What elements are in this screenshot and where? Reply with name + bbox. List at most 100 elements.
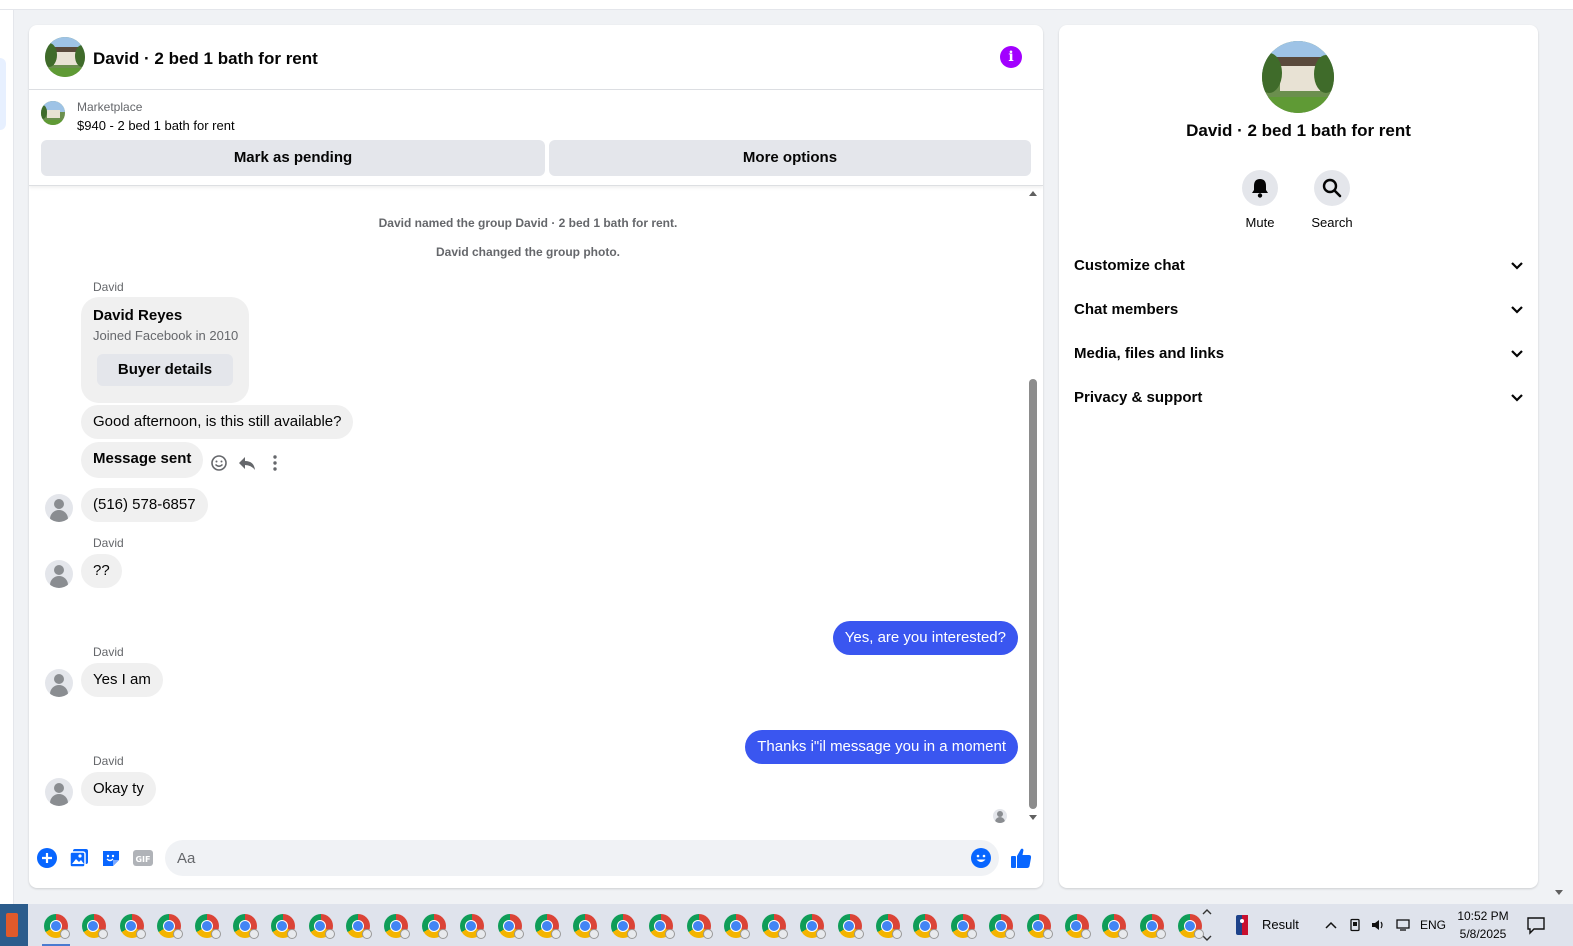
photo-icon[interactable] (68, 847, 90, 869)
chrome-browser-icon[interactable] (724, 914, 751, 939)
page-scroll-down-icon[interactable] (1554, 889, 1564, 897)
message-bubble[interactable]: Message sent (81, 442, 204, 478)
taskbar-scroll-icon[interactable] (1201, 906, 1213, 944)
user-avatar[interactable] (45, 560, 73, 588)
taskbar: Result ENG 10:52 PM 5/8/2025 (0, 904, 1573, 946)
search-action[interactable]: Search (1302, 170, 1362, 230)
message-bubble[interactable]: (516) 578-6857 (81, 488, 208, 522)
message-list: David named the group David · 2 bed 1 ba… (29, 187, 1043, 827)
result-label[interactable]: Result (1262, 904, 1299, 946)
message-input[interactable] (165, 840, 999, 876)
device-icon[interactable] (1348, 918, 1362, 932)
chrome-browser-icon[interactable] (1178, 914, 1204, 939)
nba-logo-icon[interactable] (1235, 914, 1249, 936)
chrome-browser-icon[interactable] (346, 914, 373, 939)
like-thumbs-up-icon[interactable] (1009, 846, 1033, 870)
reply-icon[interactable] (237, 453, 257, 473)
listing-thumbnail[interactable] (41, 101, 65, 125)
emoji-icon[interactable] (970, 847, 992, 869)
user-avatar[interactable] (45, 778, 73, 806)
seen-avatar-icon (993, 809, 1007, 823)
chrome-browser-icon[interactable] (875, 914, 902, 939)
section-media-files-links[interactable]: Media, files and links (1074, 336, 1524, 372)
bell-icon[interactable] (1242, 170, 1278, 206)
chrome-browser-icon[interactable] (233, 914, 259, 939)
chrome-browser-icon[interactable] (157, 914, 184, 939)
chrome-browser-icon[interactable] (648, 914, 675, 939)
chrome-browser-icon[interactable] (1140, 914, 1167, 939)
chrome-browser-icon[interactable] (800, 914, 826, 939)
chrome-browser-icon[interactable] (762, 914, 789, 939)
clock[interactable]: 10:52 PM 5/8/2025 (1452, 907, 1514, 943)
listing-title[interactable]: $940 - 2 bed 1 bath for rent (77, 118, 235, 133)
chrome-browser-icon[interactable] (913, 914, 940, 939)
chrome-browser-icon[interactable] (384, 914, 411, 939)
message-bubble[interactable]: Good afternoon, is this still available? (81, 405, 354, 439)
chrome-browser-icon[interactable] (270, 914, 297, 939)
react-emoji-icon[interactable] (209, 453, 229, 473)
scroll-thumb[interactable] (1029, 379, 1037, 809)
message-bubble[interactable]: Okay ty (81, 772, 156, 806)
svg-text:GIF: GIF (135, 855, 150, 864)
chrome-browser-icon[interactable] (422, 914, 448, 939)
chat-info-panel: David · 2 bed 1 bath for rent Mute Searc… (1059, 25, 1538, 888)
message-scrollbar[interactable] (1027, 187, 1039, 827)
clock-date: 5/8/2025 (1459, 927, 1507, 941)
chrome-browser-icon[interactable] (1026, 914, 1053, 939)
chrome-browser-icon[interactable] (44, 914, 70, 939)
more-vertical-icon[interactable] (265, 453, 285, 473)
plus-circle-icon[interactable] (36, 847, 58, 869)
chrome-browser-icon[interactable] (497, 914, 524, 939)
message-bubble[interactable]: ?? (81, 554, 122, 588)
search-icon[interactable] (1314, 170, 1350, 206)
chrome-browser-icon[interactable] (308, 914, 335, 939)
chrome-browser-icon[interactable] (837, 914, 864, 939)
sticker-icon[interactable] (100, 847, 122, 869)
section-customize-chat[interactable]: Customize chat (1074, 248, 1524, 284)
user-avatar[interactable] (45, 494, 73, 522)
chrome-browser-icon[interactable] (1102, 914, 1129, 939)
chrome-browser-icon[interactable] (535, 914, 562, 939)
chrome-browser-icon[interactable] (951, 914, 978, 939)
info-icon[interactable]: i (1000, 46, 1022, 68)
left-nav-edge (0, 10, 14, 904)
network-icon[interactable] (1396, 918, 1410, 932)
chrome-browser-icon[interactable] (989, 914, 1015, 939)
mute-label: Mute (1245, 215, 1275, 230)
buyer-name: David Reyes (93, 307, 183, 324)
section-chat-members[interactable]: Chat members (1074, 292, 1524, 328)
scroll-up-arrow-icon[interactable] (1029, 191, 1037, 196)
user-avatar[interactable] (45, 669, 73, 697)
section-privacy-support[interactable]: Privacy & support (1074, 380, 1524, 416)
sender-name: David (93, 754, 124, 768)
chrome-browser-icon[interactable] (1064, 914, 1091, 939)
start-app-icon[interactable] (0, 904, 28, 946)
chrome-browser-icon[interactable] (611, 914, 637, 939)
group-photo-large[interactable] (1262, 41, 1334, 113)
chevron-up-icon[interactable] (1324, 918, 1338, 932)
message-bubble-sent[interactable]: Yes, are you interested? (832, 621, 1018, 655)
chrome-browser-icon[interactable] (81, 914, 108, 939)
group-photo-avatar[interactable] (45, 37, 85, 77)
mute-action[interactable]: Mute (1230, 170, 1290, 230)
language-indicator[interactable]: ENG (1420, 904, 1446, 946)
message-bubble-sent[interactable]: Thanks i"il message you in a moment (745, 730, 1018, 764)
chrome-browser-icon[interactable] (195, 914, 222, 939)
mark-as-pending-button[interactable]: Mark as pending (41, 140, 545, 176)
buyer-details-button[interactable]: Buyer details (97, 354, 233, 386)
chrome-browser-icon[interactable] (459, 914, 486, 939)
section-label: Customize chat (1074, 257, 1185, 274)
sender-name: David (93, 645, 124, 659)
more-options-button[interactable]: More options (549, 140, 1031, 176)
notification-icon[interactable] (1526, 915, 1546, 935)
chrome-browser-icon[interactable] (686, 914, 713, 939)
chrome-browser-icon[interactable] (119, 914, 146, 939)
sender-name: David (93, 536, 124, 550)
scroll-down-arrow-icon[interactable] (1029, 815, 1037, 820)
volume-icon[interactable] (1371, 918, 1385, 932)
chevron-down-icon (1511, 350, 1523, 358)
gif-icon[interactable]: GIF (132, 847, 154, 869)
clock-time: 10:52 PM (1457, 909, 1509, 923)
chrome-browser-icon[interactable] (573, 914, 600, 939)
message-bubble[interactable]: Yes I am (81, 663, 163, 697)
